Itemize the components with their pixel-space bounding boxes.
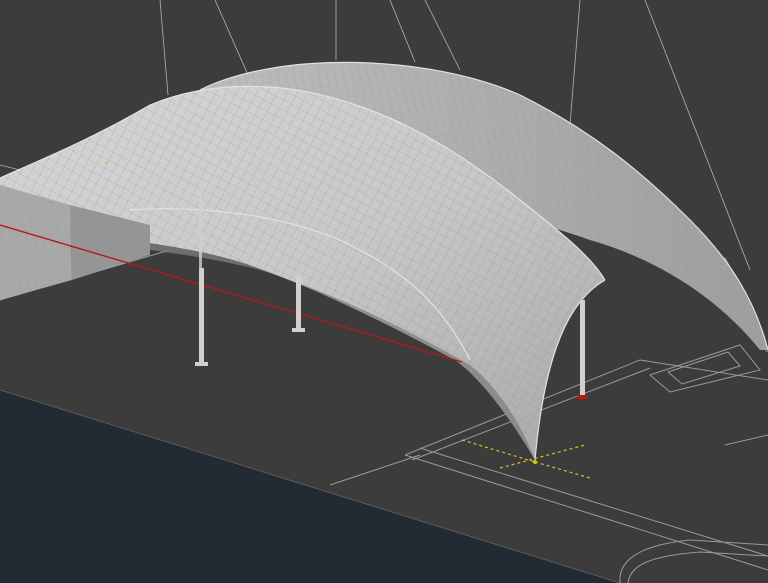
model-scene[interactable] — [0, 0, 768, 583]
column-2 — [296, 276, 301, 331]
column-4 — [199, 180, 202, 270]
column-2-base — [292, 328, 305, 332]
snap-point — [533, 460, 537, 464]
column-1 — [199, 268, 204, 365]
column-3 — [580, 300, 585, 397]
column-3-base — [577, 395, 588, 399]
column-1-base — [195, 362, 208, 366]
cad-3d-viewport[interactable] — [0, 0, 768, 583]
